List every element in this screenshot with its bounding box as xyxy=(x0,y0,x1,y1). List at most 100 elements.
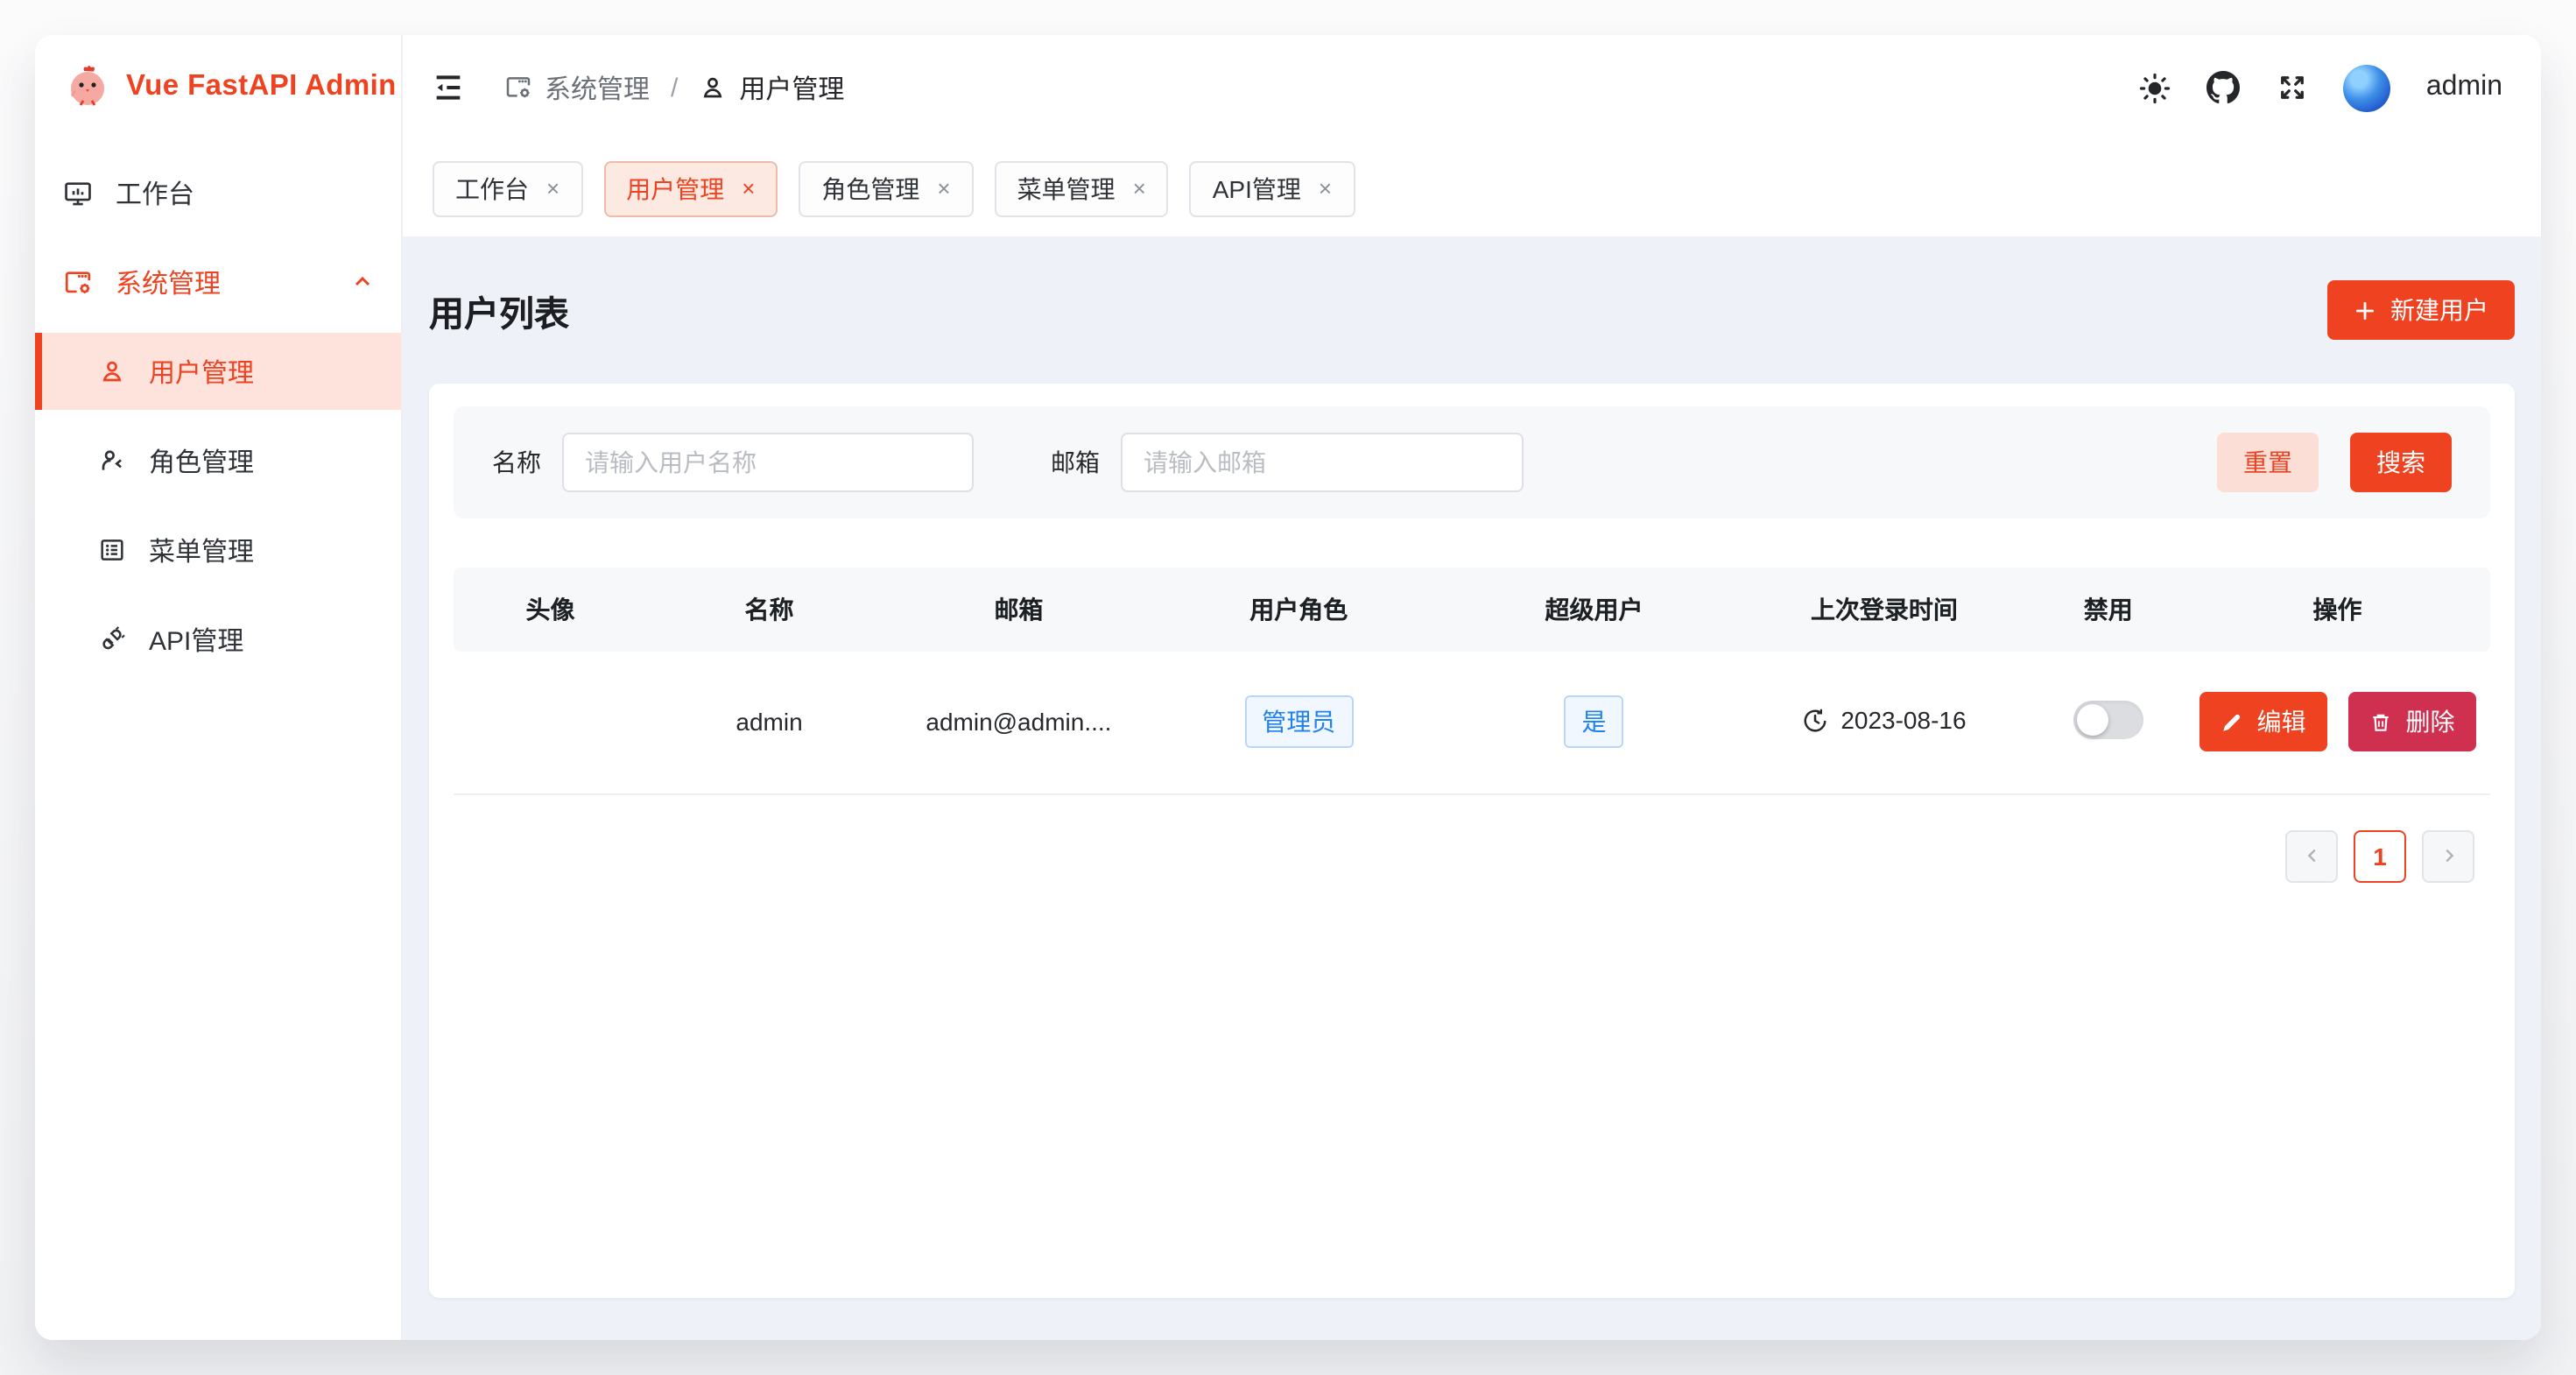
sidebar-item-label: 工作台 xyxy=(116,174,194,211)
breadcrumb: 系统管理 / 用户管理 xyxy=(504,69,844,106)
prev-page-button[interactable] xyxy=(2285,829,2338,882)
sidebar: Vue FastAPI Admin 工作台 xyxy=(35,35,403,1340)
new-user-button-label: 新建用户 xyxy=(2390,293,2488,328)
page-header: 用户列表 新建用户 xyxy=(429,236,2515,384)
system-window-gear-icon xyxy=(63,267,93,297)
email-cell: admin@admin.... xyxy=(891,652,1146,793)
tab-user-management[interactable]: 用户管理 × xyxy=(603,160,778,216)
tab-role-management[interactable]: 角色管理 × xyxy=(799,160,973,216)
pagination: 1 xyxy=(454,829,2490,882)
close-icon[interactable]: × xyxy=(937,177,950,200)
filter-actions: 重置 搜索 xyxy=(2217,433,2452,492)
breadcrumb-label: 系统管理 xyxy=(545,69,650,106)
plus-icon xyxy=(2354,299,2376,321)
menu-list-icon xyxy=(96,535,126,565)
column-disabled: 禁用 xyxy=(2032,568,2185,652)
close-icon[interactable]: × xyxy=(742,177,755,200)
tab-label: 工作台 xyxy=(455,171,529,206)
history-clock-icon xyxy=(1802,707,1828,733)
sidebar-item-label: 角色管理 xyxy=(149,442,254,479)
close-icon[interactable]: × xyxy=(1319,177,1332,200)
disabled-toggle[interactable] xyxy=(2073,701,2143,739)
table-row: admin admin@admin.... 管理员 是 xyxy=(454,652,2490,793)
header-actions: admin xyxy=(2139,64,2502,111)
sidebar-item-role-management[interactable]: 角色管理 xyxy=(35,422,401,499)
breadcrumb-label: 用户管理 xyxy=(739,69,844,106)
reset-button[interactable]: 重置 xyxy=(2217,433,2319,492)
close-icon[interactable]: × xyxy=(1133,177,1146,200)
superuser-cell: 是 xyxy=(1452,652,1737,793)
page-content: 用户列表 新建用户 名称 xyxy=(403,236,2541,1340)
main-area: 系统管理 / 用户管理 xyxy=(403,35,2541,1340)
chick-logo-icon xyxy=(65,63,110,109)
sidebar-collapse-icon[interactable] xyxy=(431,70,466,105)
delete-button-label: 删除 xyxy=(2406,705,2455,740)
breadcrumb-separator: / xyxy=(671,73,678,102)
actions-cell: 编辑 xyxy=(2185,652,2490,793)
new-user-button[interactable]: 新建用户 xyxy=(2327,280,2515,340)
sidebar-item-menu-management[interactable]: 菜单管理 xyxy=(35,511,401,589)
fullscreen-icon[interactable] xyxy=(2276,71,2309,104)
last-login-cell: 2023-08-16 xyxy=(1736,652,2031,793)
role-cell: 管理员 xyxy=(1146,652,1452,793)
search-button[interactable]: 搜索 xyxy=(2350,433,2452,492)
sidebar-item-label: 菜单管理 xyxy=(149,532,254,568)
sidebar-item-label: 系统管理 xyxy=(116,264,221,300)
email-filter-input[interactable] xyxy=(1121,433,1524,492)
breadcrumb-item-system[interactable]: 系统管理 xyxy=(504,69,650,106)
user-avatar[interactable] xyxy=(2344,64,2391,111)
edit-button-label: 编辑 xyxy=(2257,705,2306,740)
user-icon xyxy=(96,356,126,386)
github-icon[interactable] xyxy=(2207,71,2241,104)
role-tag: 管理员 xyxy=(1244,696,1353,749)
role-user-switch-icon xyxy=(96,446,126,476)
delete-button[interactable]: 删除 xyxy=(2348,693,2476,752)
sidebar-item-workbench[interactable]: 工作台 xyxy=(35,154,401,231)
column-actions: 操作 xyxy=(2185,568,2490,652)
tab-api-management[interactable]: API管理 × xyxy=(1190,160,1355,216)
column-email: 邮箱 xyxy=(891,568,1146,652)
api-plug-icon xyxy=(96,624,126,654)
theme-sun-icon[interactable] xyxy=(2139,71,2172,104)
trash-icon xyxy=(2369,711,2392,734)
name-filter-input[interactable] xyxy=(562,433,974,492)
superuser-tag: 是 xyxy=(1565,696,1624,749)
top-header: 系统管理 / 用户管理 xyxy=(403,35,2541,140)
column-name: 名称 xyxy=(647,568,891,652)
name-cell: admin xyxy=(647,652,891,793)
app-title: Vue FastAPI Admin xyxy=(126,69,397,102)
email-filter-label: 邮箱 xyxy=(1051,445,1100,480)
tab-bar: 工作台 × 用户管理 × 角色管理 × 菜单管理 × API管理 × xyxy=(403,140,2541,236)
system-window-gear-icon xyxy=(504,74,532,102)
sidebar-item-api-management[interactable]: API管理 xyxy=(35,601,401,678)
close-icon[interactable]: × xyxy=(546,177,560,200)
tab-label: 菜单管理 xyxy=(1017,171,1116,206)
sidebar-item-user-management[interactable]: 用户管理 xyxy=(35,333,401,410)
next-page-button[interactable] xyxy=(2422,829,2474,882)
breadcrumb-item-user[interactable]: 用户管理 xyxy=(699,69,844,106)
edit-button[interactable]: 编辑 xyxy=(2199,693,2327,752)
last-login-value: 2023-08-16 xyxy=(1841,706,1966,734)
sidebar-menu: 工作台 系统管理 xyxy=(35,154,401,678)
tab-label: API管理 xyxy=(1213,171,1301,206)
filter-bar: 名称 邮箱 重置 搜索 xyxy=(454,406,2490,518)
toggle-thumb xyxy=(2077,704,2108,736)
disabled-cell xyxy=(2032,652,2185,793)
app-stage: Vue FastAPI Admin 工作台 xyxy=(0,0,2576,1375)
username[interactable]: admin xyxy=(2426,72,2502,103)
column-avatar: 头像 xyxy=(454,568,647,652)
sidebar-item-system[interactable]: 系统管理 xyxy=(35,243,401,321)
tab-workbench[interactable]: 工作台 × xyxy=(433,160,582,216)
page-title: 用户列表 xyxy=(429,285,569,335)
current-page-button[interactable]: 1 xyxy=(2354,829,2406,882)
column-superuser: 超级用户 xyxy=(1452,568,1737,652)
email-filter-group: 邮箱 xyxy=(1051,433,1524,492)
workbench-monitor-icon xyxy=(63,178,93,208)
app-logo[interactable]: Vue FastAPI Admin xyxy=(35,35,401,137)
table-header-row: 头像 名称 邮箱 用户角色 超级用户 上次登录时间 禁用 操作 xyxy=(454,568,2490,652)
tab-menu-management[interactable]: 菜单管理 × xyxy=(995,160,1169,216)
tab-label: 角色管理 xyxy=(821,171,919,206)
sidebar-item-label: API管理 xyxy=(149,621,243,658)
chevron-up-icon xyxy=(352,271,373,293)
name-filter-group: 名称 xyxy=(492,433,974,492)
